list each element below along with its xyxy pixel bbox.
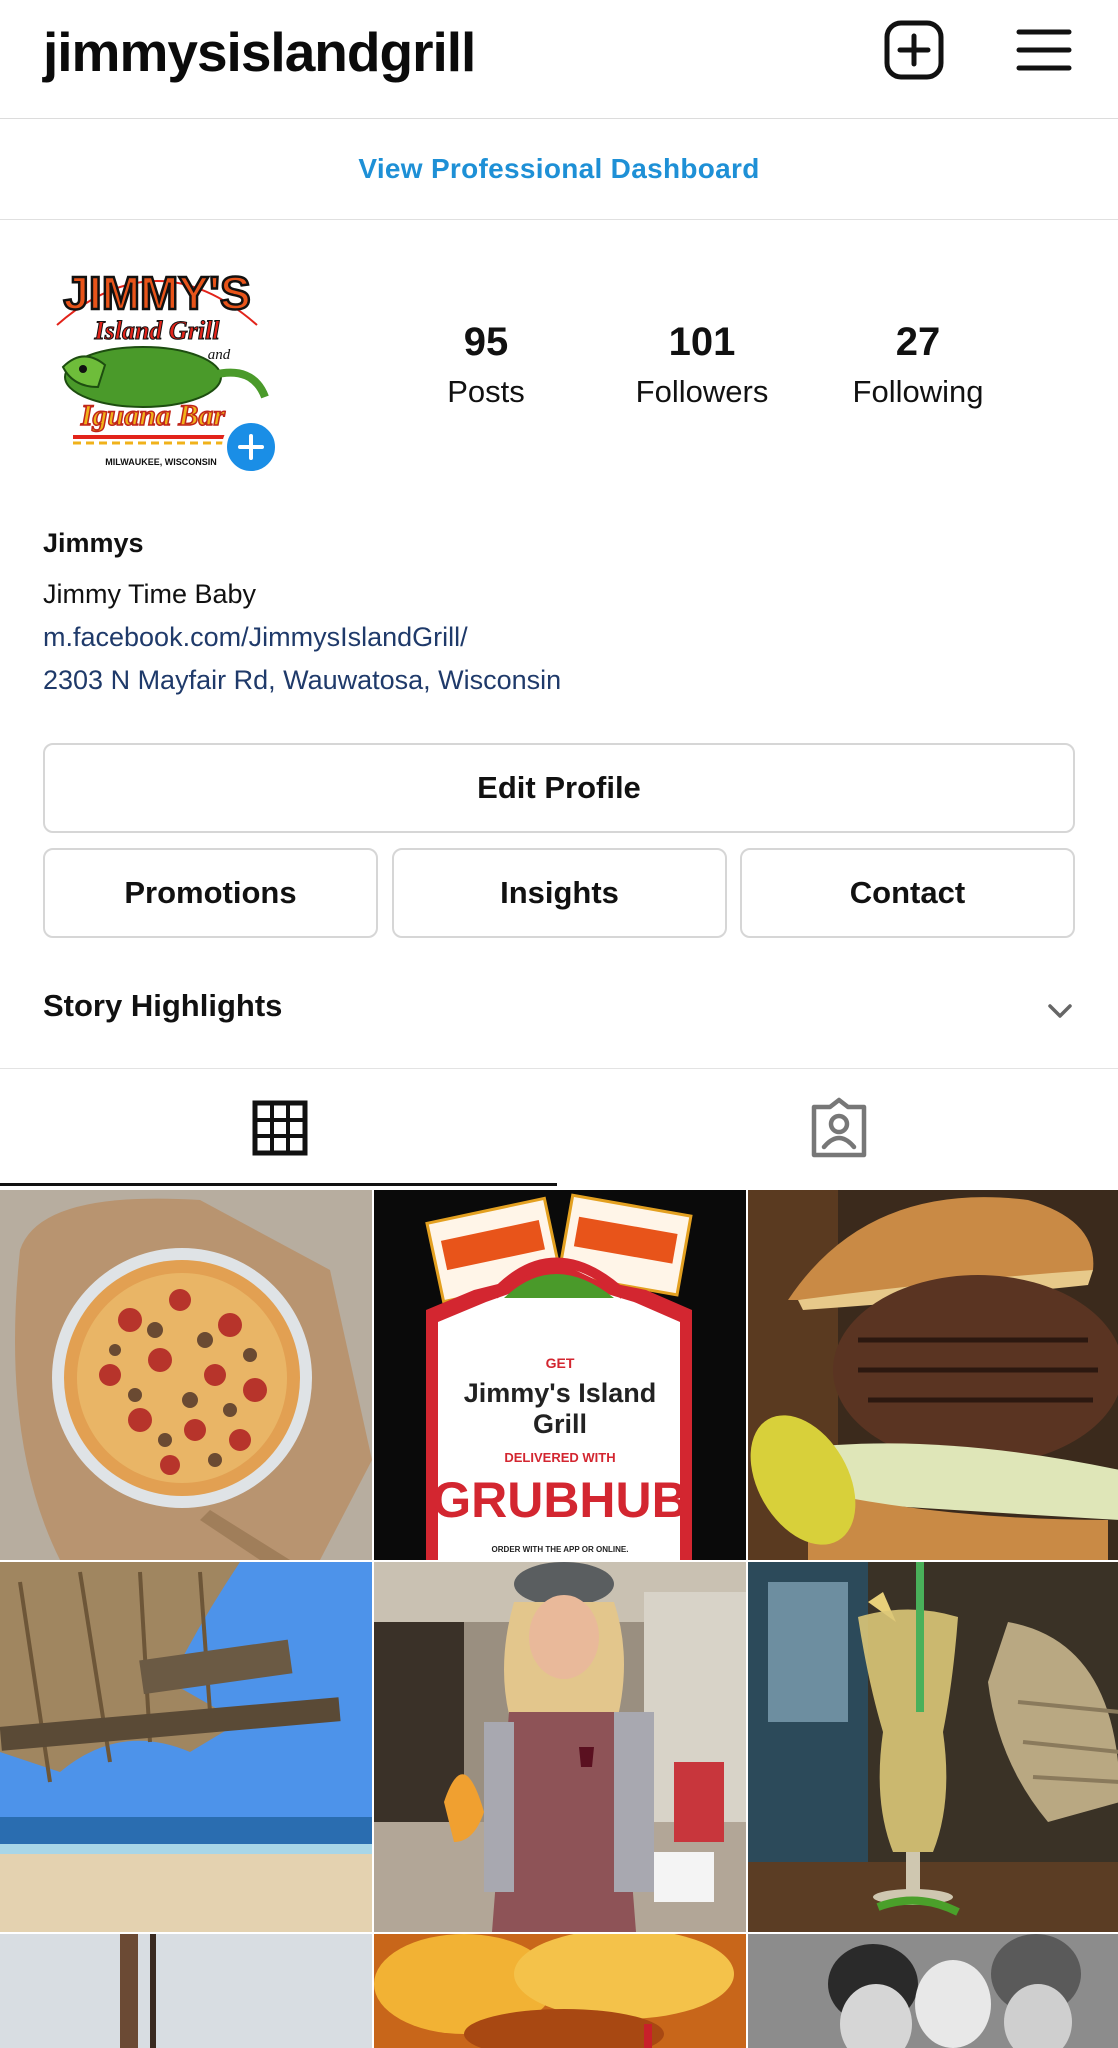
add-story-button[interactable]: [222, 418, 280, 476]
grubhub-get-text: GET: [546, 1355, 575, 1371]
edit-profile-button[interactable]: Edit Profile: [43, 743, 1075, 833]
post-image: GET Jimmy's Island Grill DELIVERED WITH …: [374, 1190, 746, 1560]
post-thumbnail-pizza[interactable]: [0, 1190, 372, 1560]
logo-title: JIMMY'S: [63, 267, 250, 319]
post-image: [0, 1934, 372, 2048]
tab-tagged[interactable]: [559, 1069, 1118, 1187]
stat-following[interactable]: 27 Following: [818, 322, 1018, 410]
grubhub-order-text: ORDER WITH THE APP OR ONLINE.: [492, 1545, 629, 1554]
post-image: [374, 1934, 746, 2048]
post-thumbnail-beach[interactable]: [0, 1562, 372, 1932]
post-image: [0, 1562, 372, 1932]
tagged-user-icon: [811, 1097, 866, 1158]
stat-label: Posts: [447, 374, 525, 409]
post-thumbnail-cocktail[interactable]: [748, 1562, 1118, 1932]
insights-button[interactable]: Insights: [392, 848, 727, 938]
stat-value: 101: [668, 320, 736, 364]
menu-button[interactable]: [1012, 18, 1076, 82]
grubhub-delivered-text: DELIVERED WITH: [504, 1450, 615, 1465]
plus-square-icon: [884, 20, 944, 80]
post-thumbnail-woman[interactable]: [374, 1562, 746, 1932]
contact-button[interactable]: Contact: [740, 848, 1075, 938]
hamburger-menu-icon: [1016, 29, 1072, 71]
post-image: [748, 1934, 1118, 2048]
new-post-button[interactable]: [882, 18, 946, 82]
stat-value: 95: [463, 320, 509, 364]
grubhub-title-line1: Jimmy's Island: [464, 1378, 657, 1408]
post-thumbnail-row3-3[interactable]: [748, 1934, 1118, 2048]
post-thumbnail-grubhub[interactable]: GET Jimmy's Island Grill DELIVERED WITH …: [374, 1190, 746, 1560]
chevron-down-icon: [1048, 1004, 1072, 1018]
profile-website-link[interactable]: m.facebook.com/JimmysIslandGrill/: [43, 622, 468, 653]
post-image: [748, 1562, 1118, 1932]
stat-label: Following: [852, 374, 984, 409]
profile-tabs: [0, 1068, 1118, 1189]
stat-posts[interactable]: 95 Posts: [386, 322, 586, 410]
promotions-button[interactable]: Promotions: [43, 848, 378, 938]
grubhub-title-line2: Grill: [533, 1409, 587, 1439]
post-image: [0, 1190, 372, 1560]
post-thumbnail-burger[interactable]: [748, 1190, 1118, 1560]
logo-iguana-bar: Iguana Bar: [80, 399, 226, 432]
stat-label: Followers: [635, 374, 769, 409]
stat-followers[interactable]: 101 Followers: [602, 322, 802, 410]
professional-dashboard-bar: View Professional Dashboard: [0, 118, 1118, 220]
post-thumbnail-row3-1[interactable]: [0, 1934, 372, 2048]
grid-icon: [252, 1100, 307, 1156]
active-tab-indicator: [0, 1183, 557, 1186]
logo-city: MILWAUKEE, WISCONSIN: [105, 457, 217, 467]
professional-dashboard-link[interactable]: View Professional Dashboard: [358, 153, 759, 185]
profile-tagline: Jimmy Time Baby: [43, 579, 257, 609]
logo-island-grill: Island Grill: [94, 316, 221, 345]
story-highlights-label[interactable]: Story Highlights: [43, 988, 282, 1024]
logo-and: and: [208, 347, 231, 363]
post-image: [748, 1190, 1118, 1560]
tab-posts-grid[interactable]: [0, 1069, 559, 1187]
stat-value: 27: [895, 320, 941, 364]
profile-username[interactable]: jimmysislandgrill: [43, 20, 476, 84]
story-highlights-toggle[interactable]: [1040, 996, 1080, 1026]
profile-display-name: Jimmys: [43, 528, 144, 558]
post-image: [374, 1562, 746, 1932]
top-header: jimmysislandgrill: [0, 0, 1118, 119]
profile-address-link[interactable]: 2303 N Mayfair Rd, Wauwatosa, Wisconsin: [43, 665, 561, 696]
grubhub-brand-text: GRUBHUB: [432, 1472, 688, 1528]
plus-icon: [238, 434, 264, 460]
post-thumbnail-row3-2[interactable]: [374, 1934, 746, 2048]
